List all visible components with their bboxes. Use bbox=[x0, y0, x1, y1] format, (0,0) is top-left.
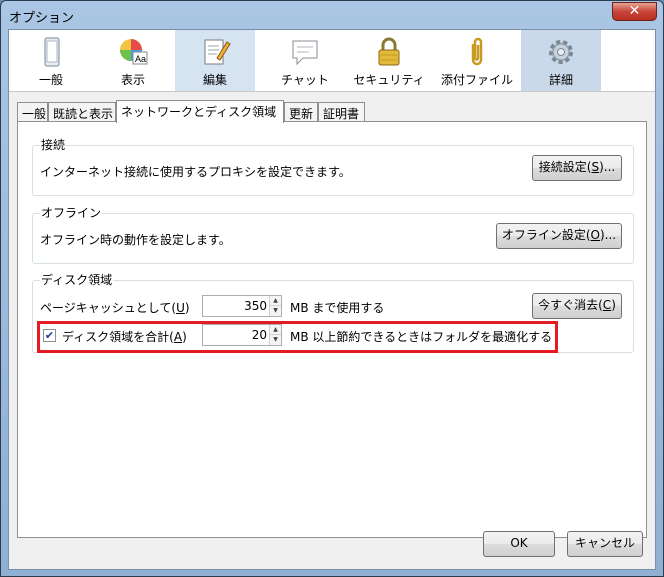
button-label: オフライン設定( bbox=[501, 228, 591, 242]
toolbar-item-general[interactable]: 一般 bbox=[15, 30, 87, 91]
offline-title: オフライン bbox=[40, 204, 103, 221]
disk-space-title: ディスク領域 bbox=[40, 271, 114, 288]
toolbar-item-attachments[interactable]: 添付ファイル bbox=[435, 30, 519, 91]
compact-threshold-value: 20 bbox=[251, 328, 267, 342]
tab-certificates[interactable]: 証明書 bbox=[318, 102, 365, 122]
tab-general[interactable]: 一般 bbox=[17, 102, 48, 122]
button-label: 今すぐ消去( bbox=[538, 298, 603, 312]
network-disk-panel: 接続 インターネット接続に使用するプロキシを設定できます。 接続設定(S)...… bbox=[17, 121, 647, 538]
category-toolbar: 一般 Aa 表示 編集 チャット セキュリティ 添付ファイル 詳細 bbox=[9, 30, 655, 92]
toolbar-label: 一般 bbox=[38, 73, 63, 87]
button-label: 接続設定( bbox=[538, 160, 592, 174]
options-window: オプション ✕ 一般 Aa 表示 編集 チャット セキュリティ 添付ファイル 詳… bbox=[0, 0, 664, 577]
toolbar-item-security[interactable]: セキュリティ bbox=[347, 30, 431, 91]
button-accesskey: C bbox=[602, 298, 612, 312]
toolbar-label: 詳細 bbox=[548, 73, 573, 87]
connection-settings-button[interactable]: 接続設定(S)... bbox=[532, 155, 622, 181]
spinner-buttons: ▲ ▼ bbox=[269, 325, 281, 345]
compact-folders-checkbox[interactable]: ✔ bbox=[43, 329, 56, 342]
cache-label-suffix: ) bbox=[184, 301, 190, 315]
connection-description: インターネット接続に使用するプロキシを設定できます。 bbox=[40, 165, 351, 179]
paperclip-icon bbox=[471, 37, 483, 66]
connection-title: 接続 bbox=[40, 136, 67, 153]
cancel-button[interactable]: キャンセル bbox=[567, 531, 643, 557]
spinner-up-icon[interactable]: ▲ bbox=[270, 325, 281, 335]
toolbar-item-advanced[interactable]: 詳細 bbox=[521, 30, 601, 91]
toolbar-label: チャット bbox=[281, 73, 329, 87]
button-accesskey: O bbox=[590, 228, 600, 242]
spinner-up-icon[interactable]: ▲ bbox=[270, 296, 281, 306]
cache-label-accesskey: U bbox=[176, 301, 185, 315]
compact-label-suffix: ) bbox=[182, 330, 187, 344]
toolbar-item-display[interactable]: Aa 表示 bbox=[97, 30, 169, 91]
tab-network-disk[interactable]: ネットワークとディスク領域 bbox=[116, 100, 284, 123]
gear-icon bbox=[549, 40, 573, 64]
button-label-suffix: ) bbox=[611, 298, 616, 312]
svg-text:Aa: Aa bbox=[135, 54, 146, 64]
close-icon: ✕ bbox=[628, 3, 641, 19]
toolbar-item-chat[interactable]: チャット bbox=[265, 30, 345, 91]
cache-label: ページキャッシュとして(U) bbox=[40, 299, 190, 316]
spinner-buttons: ▲ ▼ bbox=[269, 296, 281, 316]
spinner-down-icon[interactable]: ▼ bbox=[270, 335, 281, 345]
button-label-suffix: )... bbox=[599, 160, 616, 174]
padlock-icon bbox=[378, 37, 400, 66]
window-title: オプション bbox=[9, 11, 75, 26]
clear-now-button[interactable]: 今すぐ消去(C) bbox=[532, 293, 622, 319]
edit-pencil-icon bbox=[204, 39, 231, 65]
compact-unit-label: MB 以上節約できるときはフォルダを最適化する bbox=[290, 330, 553, 344]
disk-space-group: ディスク領域 ページキャッシュとして(U) 350 ▲ ▼ MB まで使用する … bbox=[32, 271, 634, 353]
offline-group: オフライン オフライン時の動作を設定します。 オフライン設定(O)... bbox=[32, 204, 634, 264]
tab-read-display[interactable]: 既読と表示 bbox=[48, 102, 116, 122]
ok-button[interactable]: OK bbox=[483, 531, 555, 557]
toolbar-item-editing[interactable]: 編集 bbox=[175, 30, 255, 91]
cache-label-text: ページキャッシュとして( bbox=[40, 301, 177, 315]
toolbar-label: 添付ファイル bbox=[440, 73, 513, 87]
toolbar-label: 表示 bbox=[120, 73, 145, 87]
client-area: 一般 Aa 表示 編集 チャット セキュリティ 添付ファイル 詳細 一般 既読と… bbox=[8, 29, 656, 570]
color-wheel-icon: Aa bbox=[120, 39, 148, 65]
chat-bubble-icon bbox=[292, 40, 318, 66]
toolbar-label: セキュリティ bbox=[353, 73, 425, 87]
cache-size-stepper[interactable]: 350 ▲ ▼ bbox=[202, 295, 282, 317]
offline-description: オフライン時の動作を設定します。 bbox=[40, 233, 231, 247]
compact-label-accesskey: A bbox=[173, 330, 183, 344]
toolbar-label: 編集 bbox=[202, 73, 227, 87]
connection-group: 接続 インターネット接続に使用するプロキシを設定できます。 接続設定(S)... bbox=[32, 136, 634, 196]
button-label-suffix: )... bbox=[600, 228, 617, 242]
button-accesskey: S bbox=[591, 160, 600, 174]
spinner-down-icon[interactable]: ▼ bbox=[270, 306, 281, 316]
tab-updates[interactable]: 更新 bbox=[284, 102, 318, 122]
title-bar[interactable]: オプション ✕ bbox=[1, 1, 663, 29]
close-button[interactable]: ✕ bbox=[612, 2, 657, 21]
cache-size-value: 350 bbox=[244, 299, 267, 313]
compact-threshold-stepper[interactable]: 20 ▲ ▼ bbox=[202, 324, 282, 346]
compact-label-text: ディスク領域を合計( bbox=[62, 330, 174, 344]
compact-label: ディスク領域を合計(A) bbox=[62, 328, 187, 345]
offline-settings-button[interactable]: オフライン設定(O)... bbox=[496, 223, 622, 249]
cache-unit-label: MB まで使用する bbox=[290, 301, 385, 315]
window-icon bbox=[44, 37, 60, 67]
